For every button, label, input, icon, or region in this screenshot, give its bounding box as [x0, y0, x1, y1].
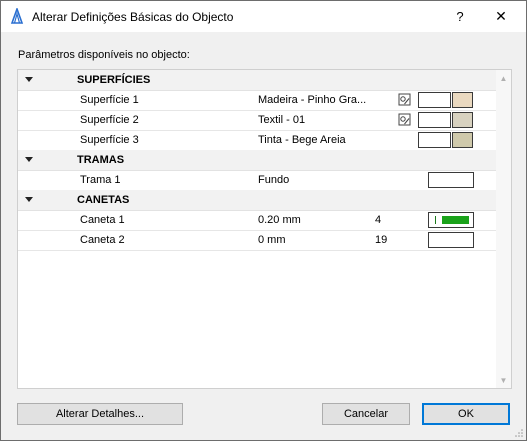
fill-row[interactable]: Trama 1 Fundo — [18, 170, 496, 191]
collapse-triangle-icon[interactable] — [25, 77, 33, 82]
surface-swatch-white[interactable] — [418, 132, 451, 148]
dialog-window: Alterar Definições Básicas do Objecto ? … — [0, 0, 527, 441]
collapse-triangle-icon[interactable] — [25, 197, 33, 202]
surface-swatch-color[interactable] — [452, 132, 473, 148]
window-title: Alterar Definições Básicas do Objecto — [32, 10, 234, 24]
group-canetas[interactable]: CANETAS — [18, 190, 496, 211]
item-name: Trama 1 — [80, 174, 121, 186]
pen-number: 19 — [375, 234, 388, 246]
item-value: 0.20 mm — [258, 214, 301, 226]
group-title: CANETAS — [77, 194, 130, 206]
close-button[interactable]: ✕ — [485, 1, 517, 32]
scroll-down-arrow-icon[interactable]: ▼ — [496, 372, 511, 388]
archicad-app-icon — [10, 8, 24, 24]
pen-number: 4 — [375, 214, 382, 226]
scroll-up-arrow-icon[interactable]: ▲ — [496, 70, 511, 86]
group-title: TRAMAS — [77, 154, 125, 166]
item-value: 0 mm — [258, 234, 286, 246]
pen-color-bar — [442, 216, 469, 224]
group-title: SUPERFÍCIES — [77, 74, 151, 86]
title-bar: Alterar Definições Básicas do Objecto ? … — [1, 1, 526, 32]
collapse-triangle-icon[interactable] — [25, 157, 33, 162]
item-value: Fundo — [258, 174, 290, 186]
item-value: Madeira - Pinho Gra... — [258, 94, 367, 106]
parameters-list: SUPERFÍCIES Superfície 1 Madeira - Pinho… — [17, 69, 512, 389]
surface-swatch-color[interactable] — [452, 112, 473, 128]
item-name: Caneta 1 — [80, 214, 125, 226]
fill-swatch[interactable] — [428, 172, 474, 188]
surface-row[interactable]: Superfície 1 Madeira - Pinho Gra... — [18, 90, 496, 111]
details-button[interactable]: Alterar Detalhes... — [17, 403, 183, 425]
surface-row[interactable]: Superfície 2 Textil - 01 — [18, 110, 496, 131]
pen-row[interactable]: Caneta 2 0 mm 19 — [18, 230, 496, 251]
pen-swatch[interactable] — [428, 232, 474, 248]
surface-swatch-white[interactable] — [418, 112, 451, 128]
surface-swatch-color[interactable] — [452, 92, 473, 108]
group-superficies[interactable]: SUPERFÍCIES — [18, 70, 496, 91]
parameters-label: Parâmetros disponíveis no objecto: — [18, 49, 190, 61]
material-icon[interactable] — [398, 93, 411, 106]
cancel-button[interactable]: Cancelar — [322, 403, 410, 425]
resize-grip-icon[interactable] — [514, 428, 524, 438]
pen-row[interactable]: Caneta 1 0.20 mm 4 — [18, 210, 496, 231]
item-name: Superfície 3 — [80, 134, 139, 146]
help-button[interactable]: ? — [444, 1, 476, 32]
vertical-scrollbar[interactable]: ▲ ▼ — [496, 70, 511, 388]
group-tramas[interactable]: TRAMAS — [18, 150, 496, 171]
pen-swatch[interactable] — [428, 212, 474, 228]
item-name: Superfície 2 — [80, 114, 139, 126]
surface-swatch-white[interactable] — [418, 92, 451, 108]
item-name: Caneta 2 — [80, 234, 125, 246]
item-value: Tinta - Bege Areia — [258, 134, 346, 146]
ok-button[interactable]: OK — [422, 403, 510, 425]
material-icon[interactable] — [398, 113, 411, 126]
item-name: Superfície 1 — [80, 94, 139, 106]
surface-row[interactable]: Superfície 3 Tinta - Bege Areia — [18, 130, 496, 151]
pen-tick-icon — [435, 216, 436, 224]
item-value: Textil - 01 — [258, 114, 306, 126]
